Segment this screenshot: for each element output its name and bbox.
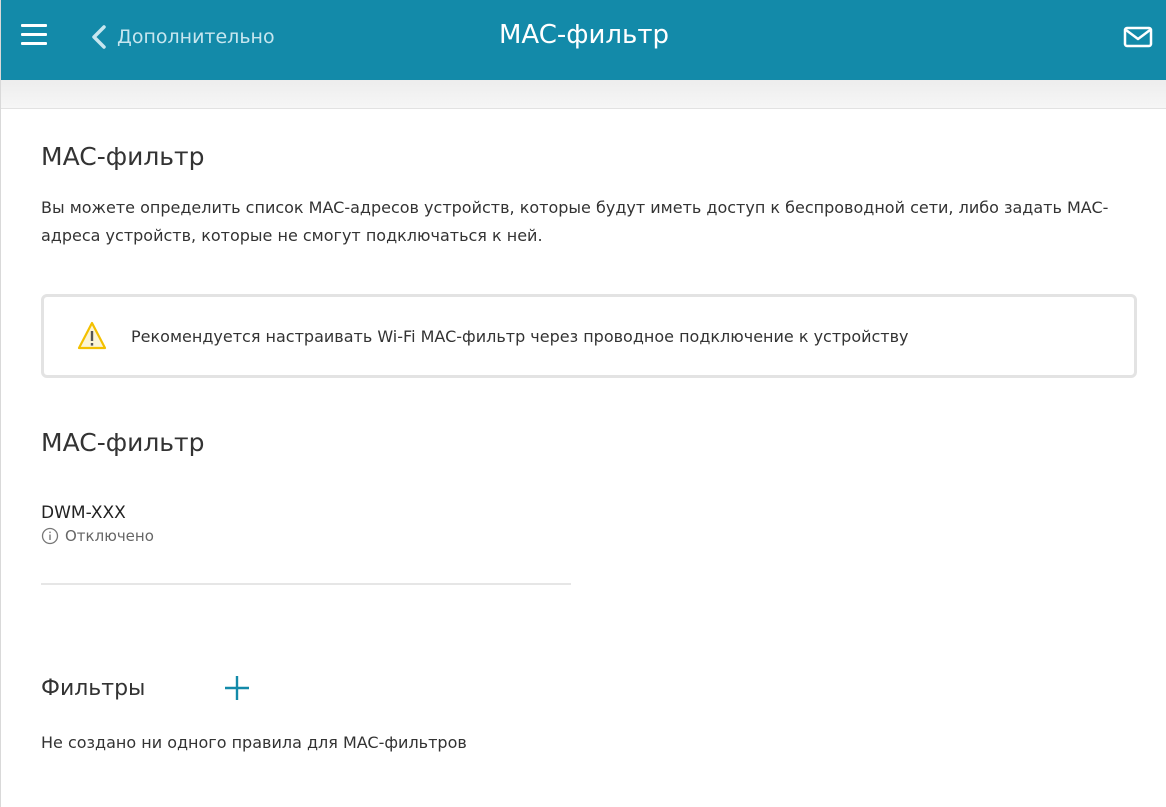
page-title: MAC-фильтр [41, 142, 205, 171]
mail-envelope-icon[interactable] [1123, 26, 1153, 48]
warning-box: Рекомендуется настраивать Wi-Fi MAC-филь… [41, 294, 1137, 378]
page: Дополнительно MAC-фильтр MAC-фильтр Вы м… [0, 0, 1166, 807]
info-circle-icon [41, 527, 59, 545]
chevron-left-icon [92, 25, 106, 49]
device-name: DWM-XXX [41, 503, 126, 523]
device-status: Отключено [41, 527, 571, 545]
sub-header-bar [1, 80, 1166, 109]
back-label: Дополнительно [117, 26, 275, 48]
warning-triangle-icon [77, 321, 107, 350]
device-status-text: Отключено [65, 527, 154, 545]
filters-header: Фильтры [41, 674, 251, 702]
device-mac-filter-item[interactable]: DWM-XXX Отключено [41, 503, 571, 585]
warning-text: Рекомендуется настраивать Wi-Fi MAC-филь… [131, 326, 909, 346]
mac-filter-section-title: MAC-фильтр [41, 428, 205, 457]
top-bar: Дополнительно MAC-фильтр [1, 0, 1166, 80]
page-description: Вы можете определить список MAC-адресов … [41, 198, 1109, 245]
back-link[interactable]: Дополнительно [91, 22, 275, 52]
plus-icon[interactable] [223, 674, 251, 702]
hamburger-menu-icon[interactable] [21, 24, 47, 46]
filters-empty-text: Не создано ни одного правила для MAC-фил… [41, 733, 467, 752]
filters-title: Фильтры [41, 675, 146, 701]
